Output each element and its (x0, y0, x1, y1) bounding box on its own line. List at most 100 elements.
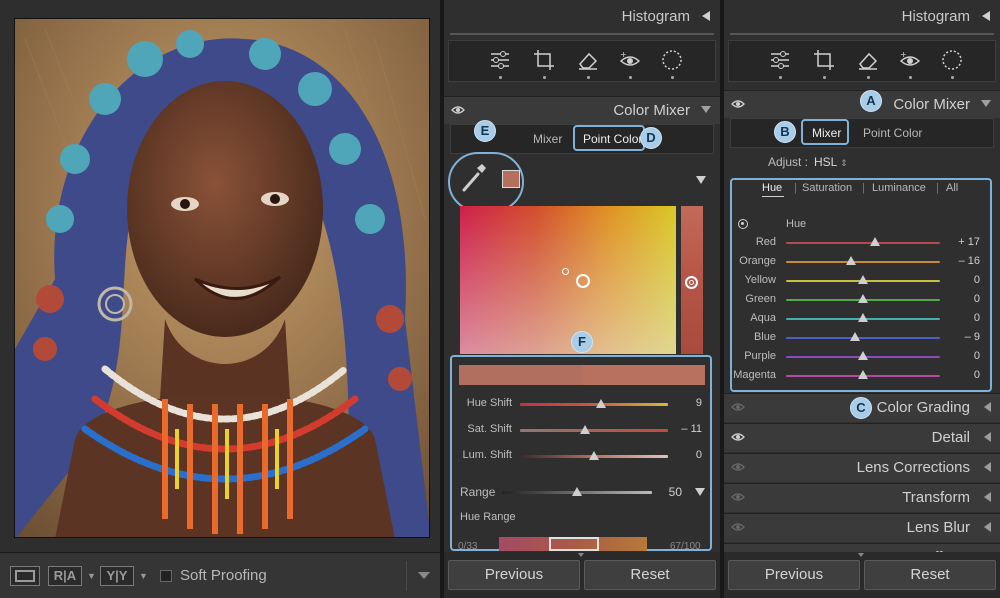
eye-icon[interactable] (451, 105, 465, 115)
hue-slider-knob[interactable] (845, 256, 856, 265)
hue-slider-knob[interactable] (858, 275, 868, 284)
hue-slider-label: Green (745, 293, 776, 305)
hue-slider-knob[interactable] (858, 313, 868, 322)
tab-point-color[interactable]: Point Color (583, 132, 642, 146)
slider-value[interactable]: 9 (670, 397, 702, 409)
section-header[interactable]: Detail (724, 423, 1000, 452)
edit-sliders-icon[interactable] (489, 49, 511, 79)
reset-button[interactable]: Reset (584, 560, 716, 590)
hue-slider-value[interactable]: 0 (946, 274, 980, 286)
hue-range-bar[interactable] (499, 537, 647, 551)
slider-value[interactable]: 0 (670, 449, 702, 461)
eye-icon[interactable] (731, 462, 745, 472)
expand-left-icon[interactable] (984, 402, 991, 412)
collapse-down-icon[interactable] (701, 106, 711, 113)
crop-icon[interactable] (813, 49, 835, 79)
hue-slider-knob[interactable] (858, 370, 868, 379)
chevron-down-icon[interactable]: ▼ (139, 566, 148, 586)
luminance-strip[interactable] (681, 206, 703, 354)
section-title-detail: Detail (931, 429, 970, 446)
slider-track[interactable] (520, 429, 668, 432)
hue-slider-value[interactable]: 0 (946, 350, 980, 362)
eraser-icon[interactable] (857, 49, 879, 79)
hue-slider-value[interactable]: + 17 (946, 236, 980, 248)
range-slider-knob[interactable] (572, 487, 582, 496)
hue-slider-knob[interactable] (850, 332, 861, 341)
hue-slider-track[interactable] (786, 261, 940, 263)
previous-button[interactable]: Previous (448, 560, 580, 590)
red-eye-icon[interactable]: + (619, 49, 641, 79)
expand-left-icon[interactable] (984, 432, 991, 442)
marker-c: C (850, 397, 872, 419)
tab-mixer[interactable]: Mixer (533, 132, 562, 146)
hue-slider-knob[interactable] (858, 294, 868, 303)
expand-left-icon[interactable] (984, 462, 991, 472)
hue-slider-knob[interactable] (870, 237, 881, 246)
red-eye-icon[interactable]: + (899, 49, 921, 79)
slider-knob[interactable] (596, 399, 607, 408)
compare-ra-button[interactable]: R|A (48, 566, 82, 586)
hue-slider-value[interactable]: – 16 (946, 255, 980, 267)
hue-range-right-value: 67/100 (670, 541, 701, 552)
hsl-tab-hue[interactable]: Hue (762, 182, 782, 194)
slider-knob[interactable] (580, 425, 591, 434)
section-header[interactable]: Transform (724, 483, 1000, 512)
eyedropper-icon[interactable] (460, 162, 488, 194)
eye-icon[interactable] (731, 432, 745, 442)
color-picker-field[interactable] (460, 206, 676, 354)
histogram-title[interactable]: Histogram (902, 8, 970, 25)
tab-mixer[interactable]: Mixer (812, 126, 841, 140)
compare-yy-button[interactable]: Y|Y (100, 566, 134, 586)
targeted-adjustment-icon[interactable] (738, 219, 748, 229)
hsl-tab-all[interactable]: All (946, 182, 958, 194)
color-mixer-title: Color Mixer (613, 102, 690, 119)
luminance-handle[interactable] (685, 276, 698, 289)
eye-icon[interactable] (731, 402, 745, 412)
target-point[interactable] (576, 274, 590, 288)
sampled-point[interactable] (562, 268, 569, 275)
slider-label: Hue Shift (466, 397, 512, 409)
masking-icon[interactable] (661, 49, 683, 79)
collapse-down-icon[interactable] (981, 100, 991, 107)
eye-icon[interactable] (731, 99, 745, 109)
eye-icon[interactable] (731, 492, 745, 502)
toolbar-menu-chevron-icon[interactable] (418, 572, 430, 579)
edit-sliders-icon[interactable] (769, 49, 791, 79)
collapse-left-icon[interactable] (982, 11, 990, 21)
adjust-select[interactable]: HSL ⇕ (814, 155, 848, 169)
tab-point-color[interactable]: Point Color (863, 126, 922, 140)
masking-icon[interactable] (941, 49, 963, 79)
collapse-left-icon[interactable] (702, 11, 710, 21)
crop-icon[interactable] (533, 49, 555, 79)
sampled-color-swatch[interactable] (502, 170, 520, 188)
slider-knob[interactable] (589, 451, 599, 460)
photo-preview[interactable] (14, 18, 430, 538)
hue-slider-value[interactable]: – 9 (946, 331, 980, 343)
hsl-tab-luminance[interactable]: Luminance (872, 182, 926, 194)
swatch-menu-chevron-icon[interactable] (696, 176, 706, 184)
hue-slider-value[interactable]: 0 (946, 293, 980, 305)
slider-track[interactable] (520, 403, 668, 406)
eye-icon[interactable] (731, 522, 745, 532)
expand-left-icon[interactable] (984, 492, 991, 502)
eraser-icon[interactable] (577, 49, 599, 79)
loupe-view-button[interactable] (10, 566, 40, 586)
hue-slider-track[interactable] (786, 337, 940, 339)
slider-value[interactable]: – 11 (670, 423, 702, 435)
hue-range-selection[interactable] (549, 537, 599, 551)
histogram-title[interactable]: Histogram (622, 8, 690, 25)
range-expand-chevron-icon[interactable] (695, 488, 705, 496)
hue-slider-value[interactable]: 0 (946, 312, 980, 324)
hsl-tab-saturation[interactable]: Saturation (802, 182, 852, 194)
section-header[interactable]: Lens Corrections (724, 453, 1000, 482)
hue-slider-knob[interactable] (858, 351, 868, 360)
chevron-down-icon[interactable]: ▼ (87, 566, 96, 586)
expand-left-icon[interactable] (984, 522, 991, 532)
section-header[interactable]: Lens Blur (724, 513, 1000, 542)
range-value[interactable]: 50 (654, 485, 682, 499)
reset-button[interactable]: Reset (864, 560, 996, 590)
soft-proofing-checkbox[interactable] (160, 570, 172, 582)
hue-slider-value[interactable]: 0 (946, 369, 980, 381)
hue-slider-track[interactable] (786, 242, 940, 244)
previous-button[interactable]: Previous (728, 560, 860, 590)
